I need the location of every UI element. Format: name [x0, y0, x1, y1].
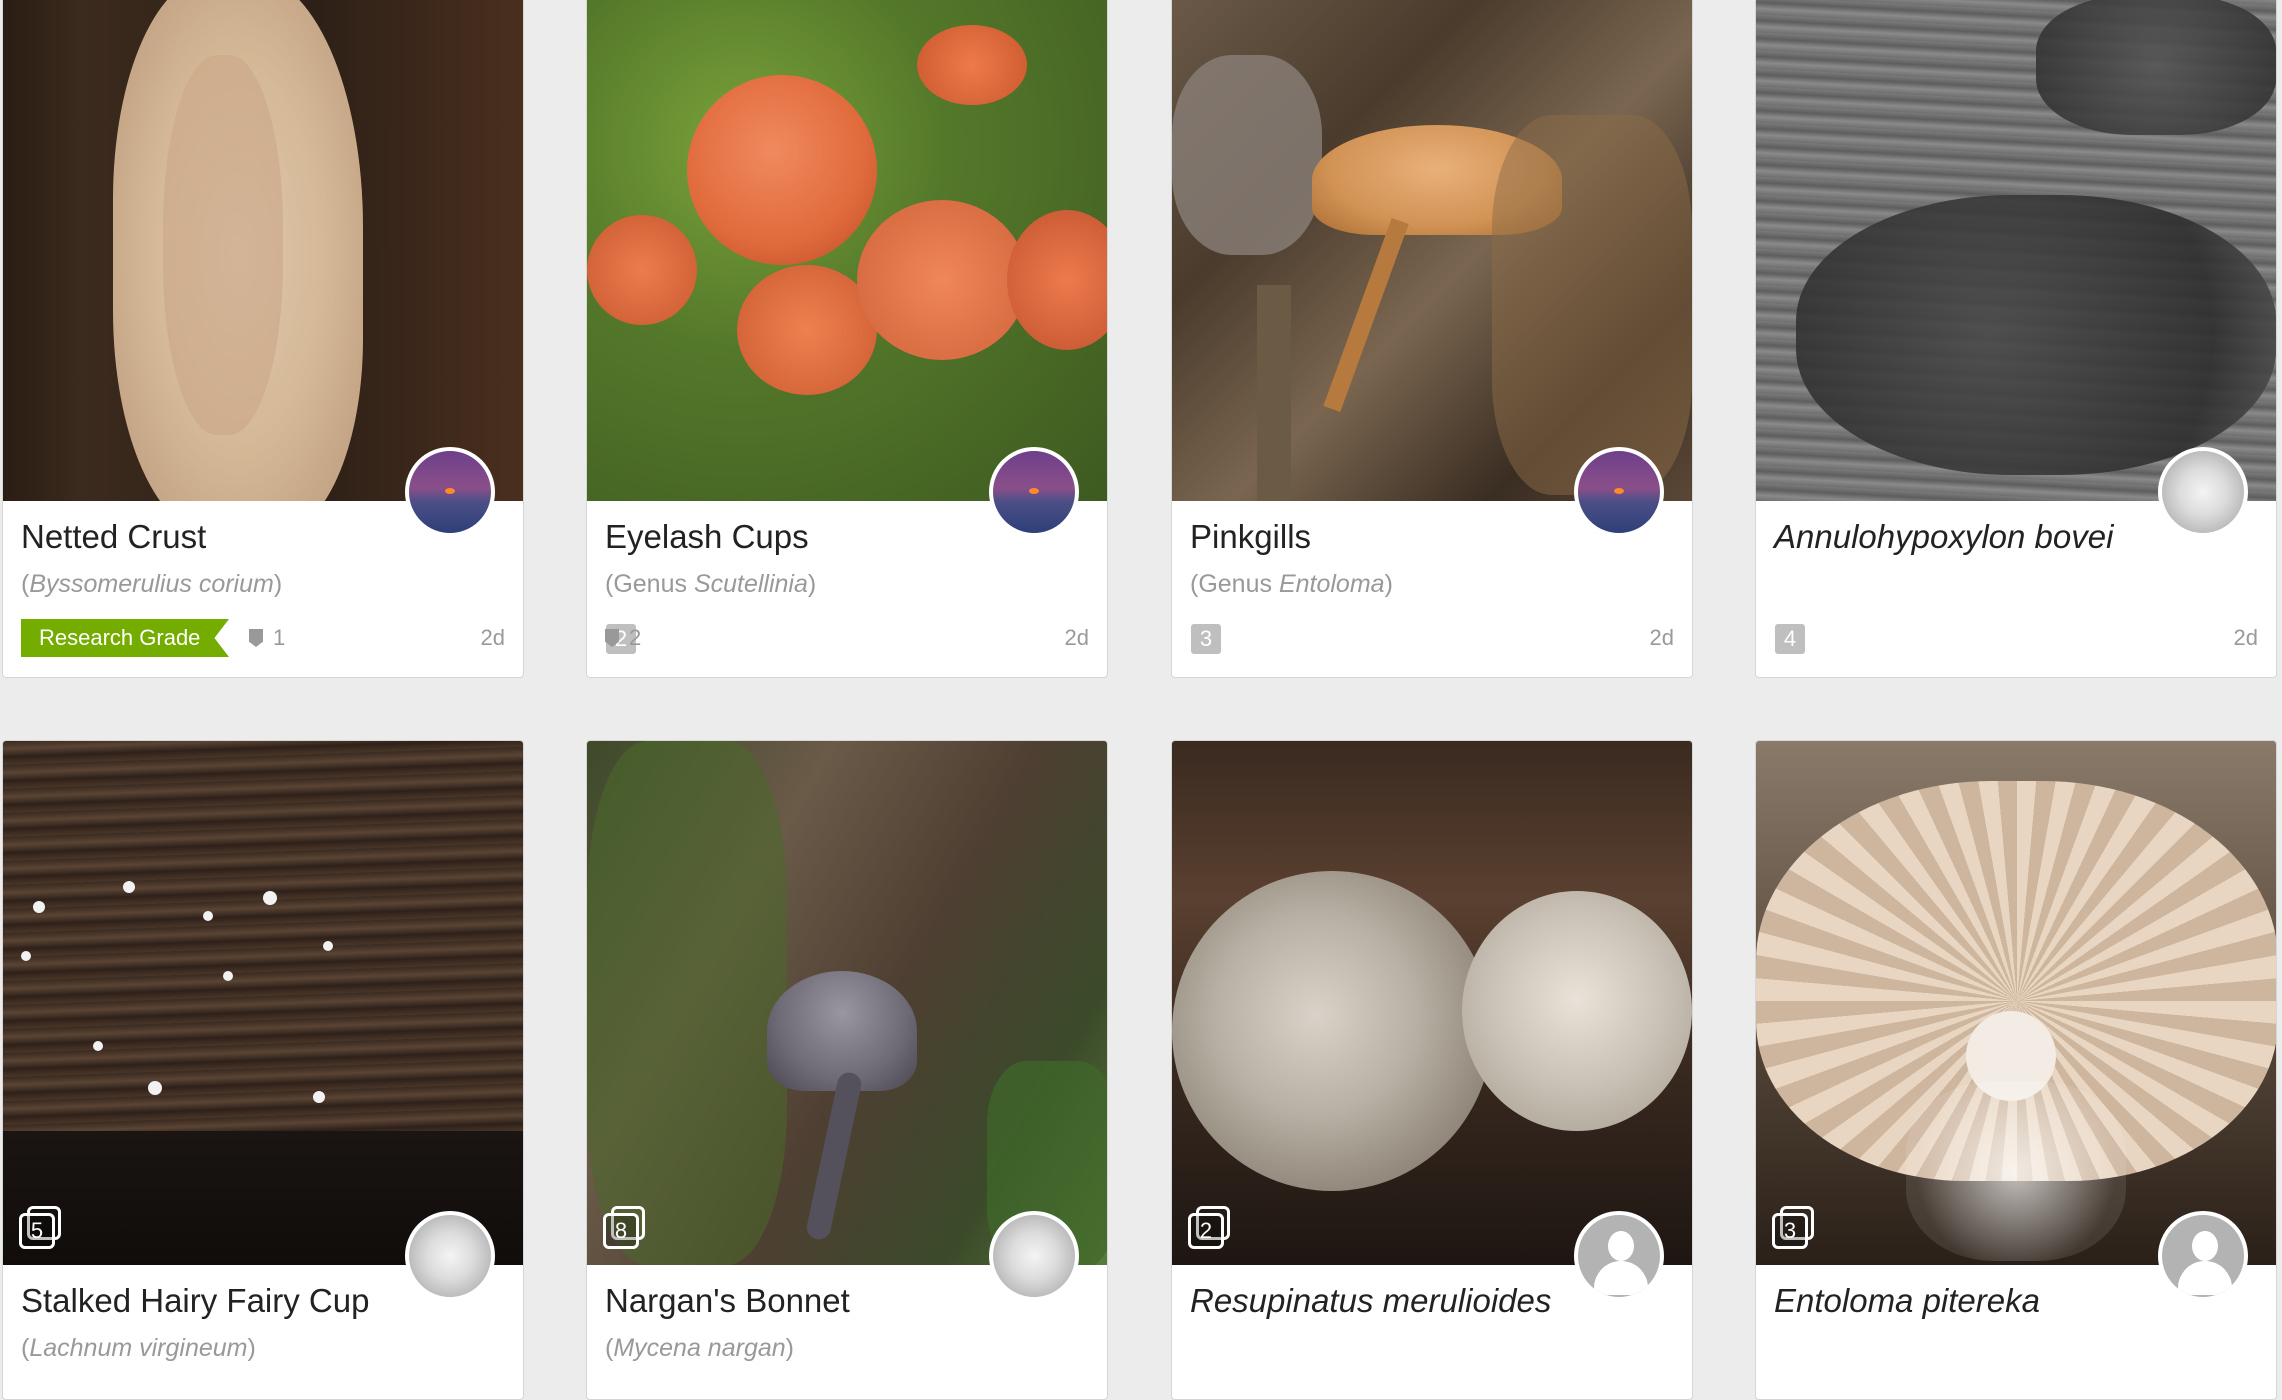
observation-title[interactable]: Annulohypoxylon bovei — [1774, 518, 2113, 556]
observation-photo[interactable] — [3, 0, 523, 501]
identification-icon — [605, 629, 619, 647]
user-avatar-placeholder[interactable] — [2158, 1211, 2248, 1301]
observation-card[interactable]: 8 Nargan's Bonnet (Mycena nargan) — [586, 740, 1108, 1400]
observation-photo[interactable] — [1172, 741, 1692, 1265]
observation-age: 2d — [1649, 625, 1674, 650]
observation-age: 2d — [2233, 625, 2258, 650]
observation-title[interactable]: Stalked Hairy Fairy Cup — [21, 1282, 369, 1320]
photo-count: 3 — [1772, 1206, 1814, 1251]
photo-count: 8 — [603, 1206, 645, 1251]
user-avatar[interactable] — [2158, 447, 2248, 537]
photo-count: 3 — [1188, 614, 1230, 659]
user-avatar[interactable] — [1574, 447, 1664, 537]
user-avatar[interactable] — [989, 447, 1079, 537]
photo-count: 5 — [19, 1206, 61, 1251]
user-avatar[interactable] — [405, 447, 495, 537]
observation-title[interactable]: Nargan's Bonnet — [605, 1282, 850, 1320]
identification-count: 1 — [249, 623, 285, 653]
observation-photo[interactable] — [1172, 0, 1692, 501]
observation-age: 2d — [480, 625, 505, 650]
observation-title[interactable]: Resupinatus merulioides — [1190, 1282, 1551, 1320]
observation-card[interactable]: 4 Annulohypoxylon bovei 2d — [1755, 0, 2277, 678]
user-avatar-placeholder[interactable] — [1574, 1211, 1664, 1301]
observation-card[interactable]: 3 Pinkgills (Genus Entoloma) 2d — [1171, 0, 1693, 678]
observation-photo[interactable] — [587, 0, 1107, 501]
photo-count: 4 — [1772, 614, 1814, 659]
observation-title[interactable]: Entoloma pitereka — [1774, 1282, 2040, 1320]
user-avatar[interactable] — [989, 1211, 1079, 1301]
observation-title[interactable]: Netted Crust — [21, 518, 206, 556]
observations-grid: 2 Netted Crust (Byssomerulius corium) Re… — [0, 0, 2282, 1400]
observation-card[interactable]: 2 Resupinatus merulioides — [1171, 740, 1693, 1400]
user-avatar[interactable] — [405, 1211, 495, 1301]
observation-photo[interactable] — [1756, 741, 2276, 1265]
observation-card[interactable]: 2 Netted Crust (Byssomerulius corium) Re… — [2, 0, 524, 678]
photo-count: 2 — [1188, 1206, 1230, 1251]
observation-scientific-name: (Genus Scutellinia) — [605, 570, 817, 598]
observation-photo[interactable] — [1756, 0, 2276, 501]
observation-scientific-name: (Byssomerulius corium) — [21, 570, 283, 598]
observation-photo[interactable] — [587, 741, 1107, 1265]
identification-icon — [249, 629, 263, 647]
observation-scientific-name: (Mycena nargan) — [605, 1334, 794, 1362]
identification-count: 2 — [605, 623, 641, 653]
observation-scientific-name: (Genus Entoloma) — [1190, 570, 1393, 598]
observation-card[interactable]: 2 Eyelash Cups (Genus Scutellinia) 2 2d — [586, 0, 1108, 678]
observation-card[interactable]: 3 Entoloma pitereka — [1755, 740, 2277, 1400]
observation-title[interactable]: Eyelash Cups — [605, 518, 809, 556]
observation-title[interactable]: Pinkgills — [1190, 518, 1311, 556]
observation-card[interactable]: 5 Stalked Hairy Fairy Cup (Lachnum virgi… — [2, 740, 524, 1400]
observation-scientific-name: (Lachnum virgineum) — [21, 1334, 256, 1362]
observation-photo[interactable] — [3, 741, 523, 1265]
research-grade-badge: Research Grade — [21, 619, 229, 657]
observation-age: 2d — [1064, 625, 1089, 650]
